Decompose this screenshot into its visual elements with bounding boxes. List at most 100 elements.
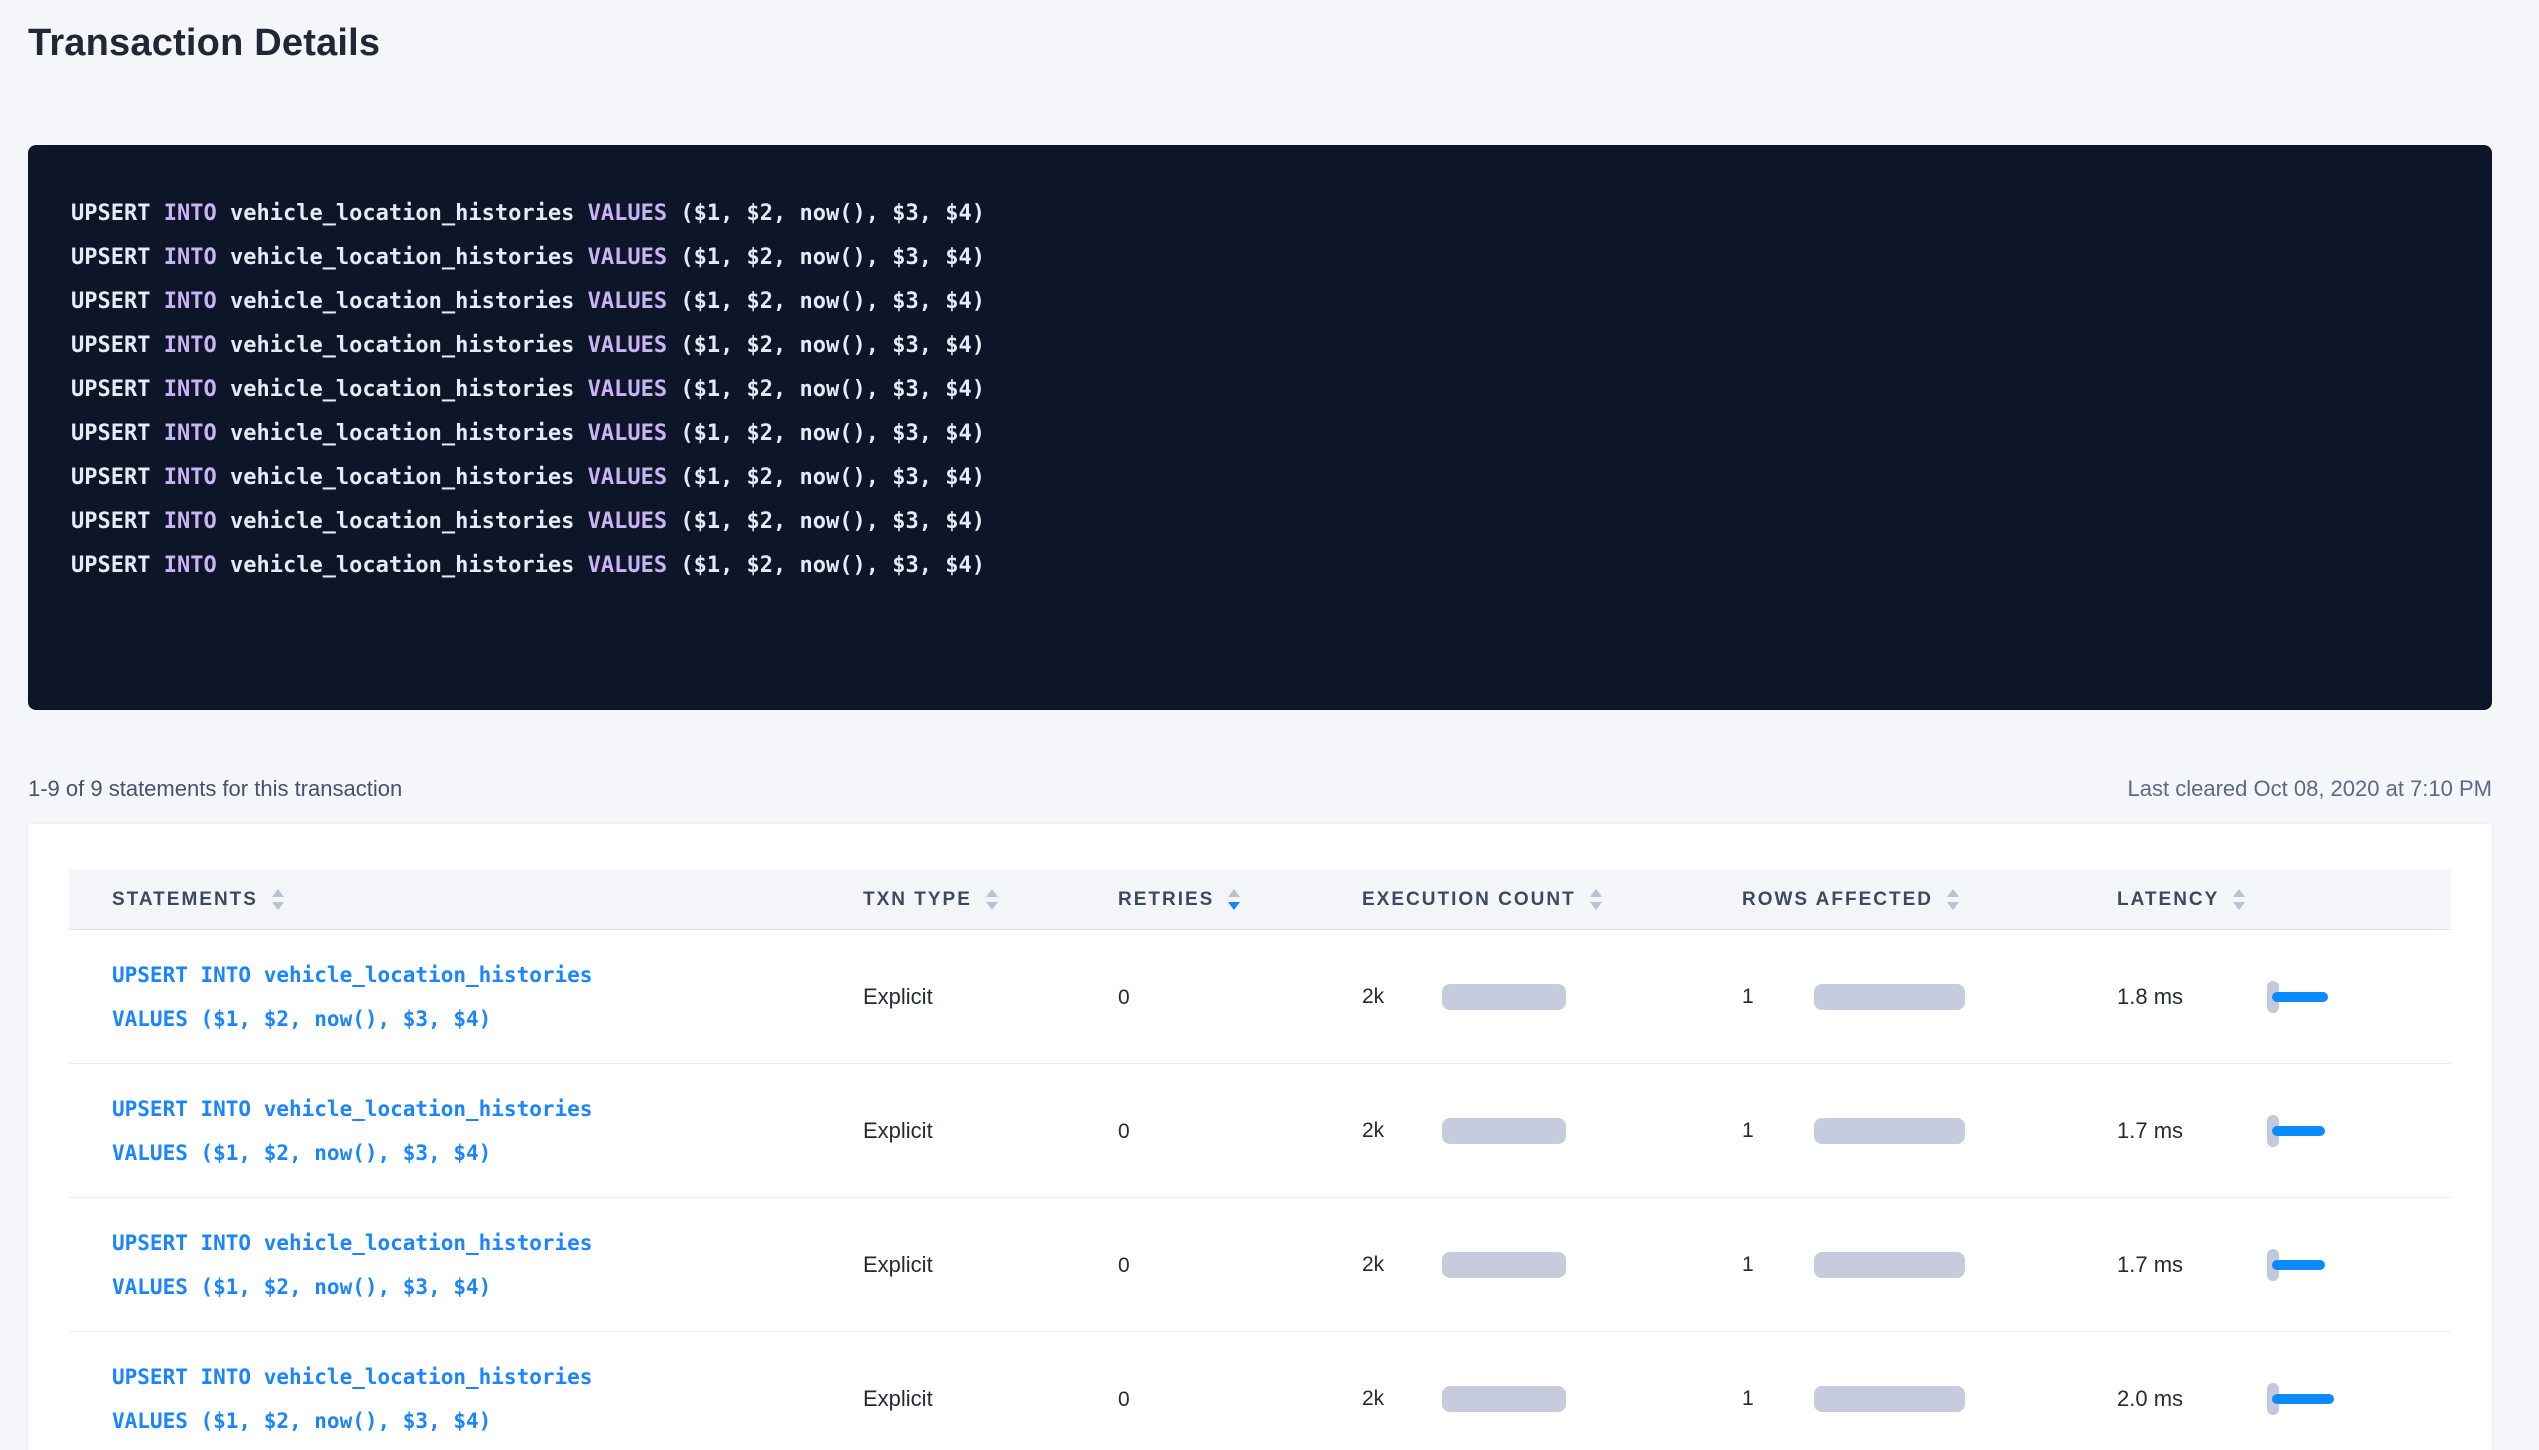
column-header-execution-count[interactable]: EXECUTION COUNT — [1362, 889, 1739, 911]
retries-cell: 0 — [1115, 1386, 1362, 1412]
statement-link[interactable]: UPSERT INTO vehicle_location_historiesVA… — [112, 953, 592, 1041]
latency-value: 1.7 ms — [2117, 1118, 2267, 1144]
column-header-label: LATENCY — [2117, 889, 2219, 911]
execution-count-cell: 2k — [1362, 1252, 1739, 1278]
column-header-rows-affected[interactable]: ROWS AFFECTED — [1739, 889, 2117, 911]
statements-table-header: STATEMENTS TXN TYPE RETRIES EXECUTION CO… — [69, 870, 2451, 930]
execution-count-bar — [1442, 1386, 1566, 1412]
execution-count-value: 2k — [1362, 1253, 1384, 1277]
column-header-label: RETRIES — [1118, 889, 1214, 911]
sort-icons — [2233, 889, 2245, 910]
sql-statement-line: UPSERT INTO vehicle_location_histories V… — [71, 544, 2472, 588]
column-header-txn-type[interactable]: TXN TYPE — [863, 889, 1115, 911]
sort-desc-icon — [2233, 902, 2245, 910]
latency-bar — [2272, 1394, 2334, 1404]
retries-cell: 0 — [1115, 984, 1362, 1010]
sort-asc-icon — [272, 889, 284, 897]
statements-meta-row: 1-9 of 9 statements for this transaction… — [28, 776, 2492, 802]
sql-statement-line: UPSERT INTO vehicle_location_histories V… — [71, 192, 2472, 236]
table-row: UPSERT INTO vehicle_location_historiesVA… — [69, 1064, 2451, 1198]
page-title: Transaction Details — [28, 20, 2492, 66]
rows-affected-bar — [1814, 984, 1965, 1010]
sort-desc-icon — [1228, 902, 1240, 910]
sort-asc-icon — [1947, 889, 1959, 897]
execution-count-bar — [1442, 1252, 1566, 1278]
latency-bar — [2272, 1260, 2325, 1270]
sql-statement-line: UPSERT INTO vehicle_location_histories V… — [71, 324, 2472, 368]
txn-type-value: Explicit — [863, 1118, 933, 1143]
statements-table-card: STATEMENTS TXN TYPE RETRIES EXECUTION CO… — [28, 824, 2492, 1450]
column-header-latency[interactable]: LATENCY — [2117, 889, 2451, 911]
latency-cell: 1.7 ms — [2117, 1248, 2451, 1282]
execution-count-cell: 2k — [1362, 1118, 1739, 1144]
sql-statement-line: UPSERT INTO vehicle_location_histories V… — [71, 236, 2472, 280]
retries-value: 0 — [1118, 1254, 1130, 1277]
retries-cell: 0 — [1115, 1252, 1362, 1278]
txn-type-value: Explicit — [863, 984, 933, 1009]
sql-statement-line: UPSERT INTO vehicle_location_histories V… — [71, 368, 2472, 412]
latency-value: 1.7 ms — [2117, 1252, 2267, 1278]
sql-statement-line: UPSERT INTO vehicle_location_histories V… — [71, 456, 2472, 500]
execution-count-value: 2k — [1362, 1387, 1384, 1411]
rows-affected-cell: 1 — [1739, 1118, 2117, 1144]
sort-asc-icon — [2233, 889, 2245, 897]
rows-affected-value: 1 — [1742, 1387, 1754, 1411]
latency-cell: 2.0 ms — [2117, 1382, 2451, 1416]
retries-value: 0 — [1118, 986, 1130, 1009]
execution-count-cell: 2k — [1362, 984, 1739, 1010]
retries-value: 0 — [1118, 1388, 1130, 1411]
latency-bar-chart — [2267, 1114, 2347, 1148]
latency-cell: 1.8 ms — [2117, 980, 2451, 1014]
statement-cell: UPSERT INTO vehicle_location_historiesVA… — [69, 1355, 863, 1443]
statement-cell: UPSERT INTO vehicle_location_historiesVA… — [69, 1221, 863, 1309]
column-header-retries[interactable]: RETRIES — [1115, 889, 1362, 911]
column-header-label: STATEMENTS — [112, 889, 258, 911]
table-row: UPSERT INTO vehicle_location_historiesVA… — [69, 1198, 2451, 1332]
execution-count-value: 2k — [1362, 985, 1384, 1009]
txn-type-cell: Explicit — [863, 984, 1115, 1010]
latency-bar — [2272, 992, 2328, 1002]
sql-statement-line: UPSERT INTO vehicle_location_histories V… — [71, 280, 2472, 324]
table-row: UPSERT INTO vehicle_location_historiesVA… — [69, 1332, 2451, 1450]
statement-link[interactable]: UPSERT INTO vehicle_location_historiesVA… — [112, 1355, 592, 1443]
sql-statement-line: UPSERT INTO vehicle_location_histories V… — [71, 500, 2472, 544]
statements-table-body: UPSERT INTO vehicle_location_historiesVA… — [69, 930, 2451, 1450]
statement-cell: UPSERT INTO vehicle_location_historiesVA… — [69, 953, 863, 1041]
sort-desc-icon — [1947, 902, 1959, 910]
execution-count-value: 2k — [1362, 1119, 1384, 1143]
sort-asc-icon — [1228, 889, 1240, 897]
rows-affected-cell: 1 — [1739, 984, 2117, 1010]
execution-count-bar — [1442, 1118, 1566, 1144]
execution-count-bar — [1442, 984, 1566, 1010]
sort-desc-icon — [1590, 902, 1602, 910]
statement-link[interactable]: UPSERT INTO vehicle_location_historiesVA… — [112, 1087, 592, 1175]
latency-value: 2.0 ms — [2117, 1386, 2267, 1412]
sort-icons — [272, 889, 284, 910]
txn-type-cell: Explicit — [863, 1252, 1115, 1278]
sort-icons — [1228, 889, 1240, 910]
statements-table: STATEMENTS TXN TYPE RETRIES EXECUTION CO… — [69, 870, 2451, 1450]
retries-cell: 0 — [1115, 1118, 1362, 1144]
latency-cell: 1.7 ms — [2117, 1114, 2451, 1148]
retries-value: 0 — [1118, 1120, 1130, 1143]
latency-bar — [2272, 1126, 2325, 1136]
latency-value: 1.8 ms — [2117, 984, 2267, 1010]
sort-icons — [1590, 889, 1602, 910]
column-header-statements[interactable]: STATEMENTS — [69, 889, 863, 911]
sort-asc-icon — [986, 889, 998, 897]
rows-affected-bar — [1814, 1118, 1965, 1144]
rows-affected-value: 1 — [1742, 1253, 1754, 1277]
rows-affected-value: 1 — [1742, 1119, 1754, 1143]
column-header-label: EXECUTION COUNT — [1362, 889, 1576, 911]
statement-cell: UPSERT INTO vehicle_location_historiesVA… — [69, 1087, 863, 1175]
table-row: UPSERT INTO vehicle_location_historiesVA… — [69, 930, 2451, 1064]
sort-asc-icon — [1590, 889, 1602, 897]
rows-affected-cell: 1 — [1739, 1386, 2117, 1412]
txn-type-value: Explicit — [863, 1386, 933, 1411]
txn-type-value: Explicit — [863, 1252, 933, 1277]
sql-statement-line: UPSERT INTO vehicle_location_histories V… — [71, 412, 2472, 456]
sql-statements-box: UPSERT INTO vehicle_location_histories V… — [28, 145, 2492, 710]
statement-link[interactable]: UPSERT INTO vehicle_location_historiesVA… — [112, 1221, 592, 1309]
txn-type-cell: Explicit — [863, 1386, 1115, 1412]
column-header-label: ROWS AFFECTED — [1742, 889, 1933, 911]
